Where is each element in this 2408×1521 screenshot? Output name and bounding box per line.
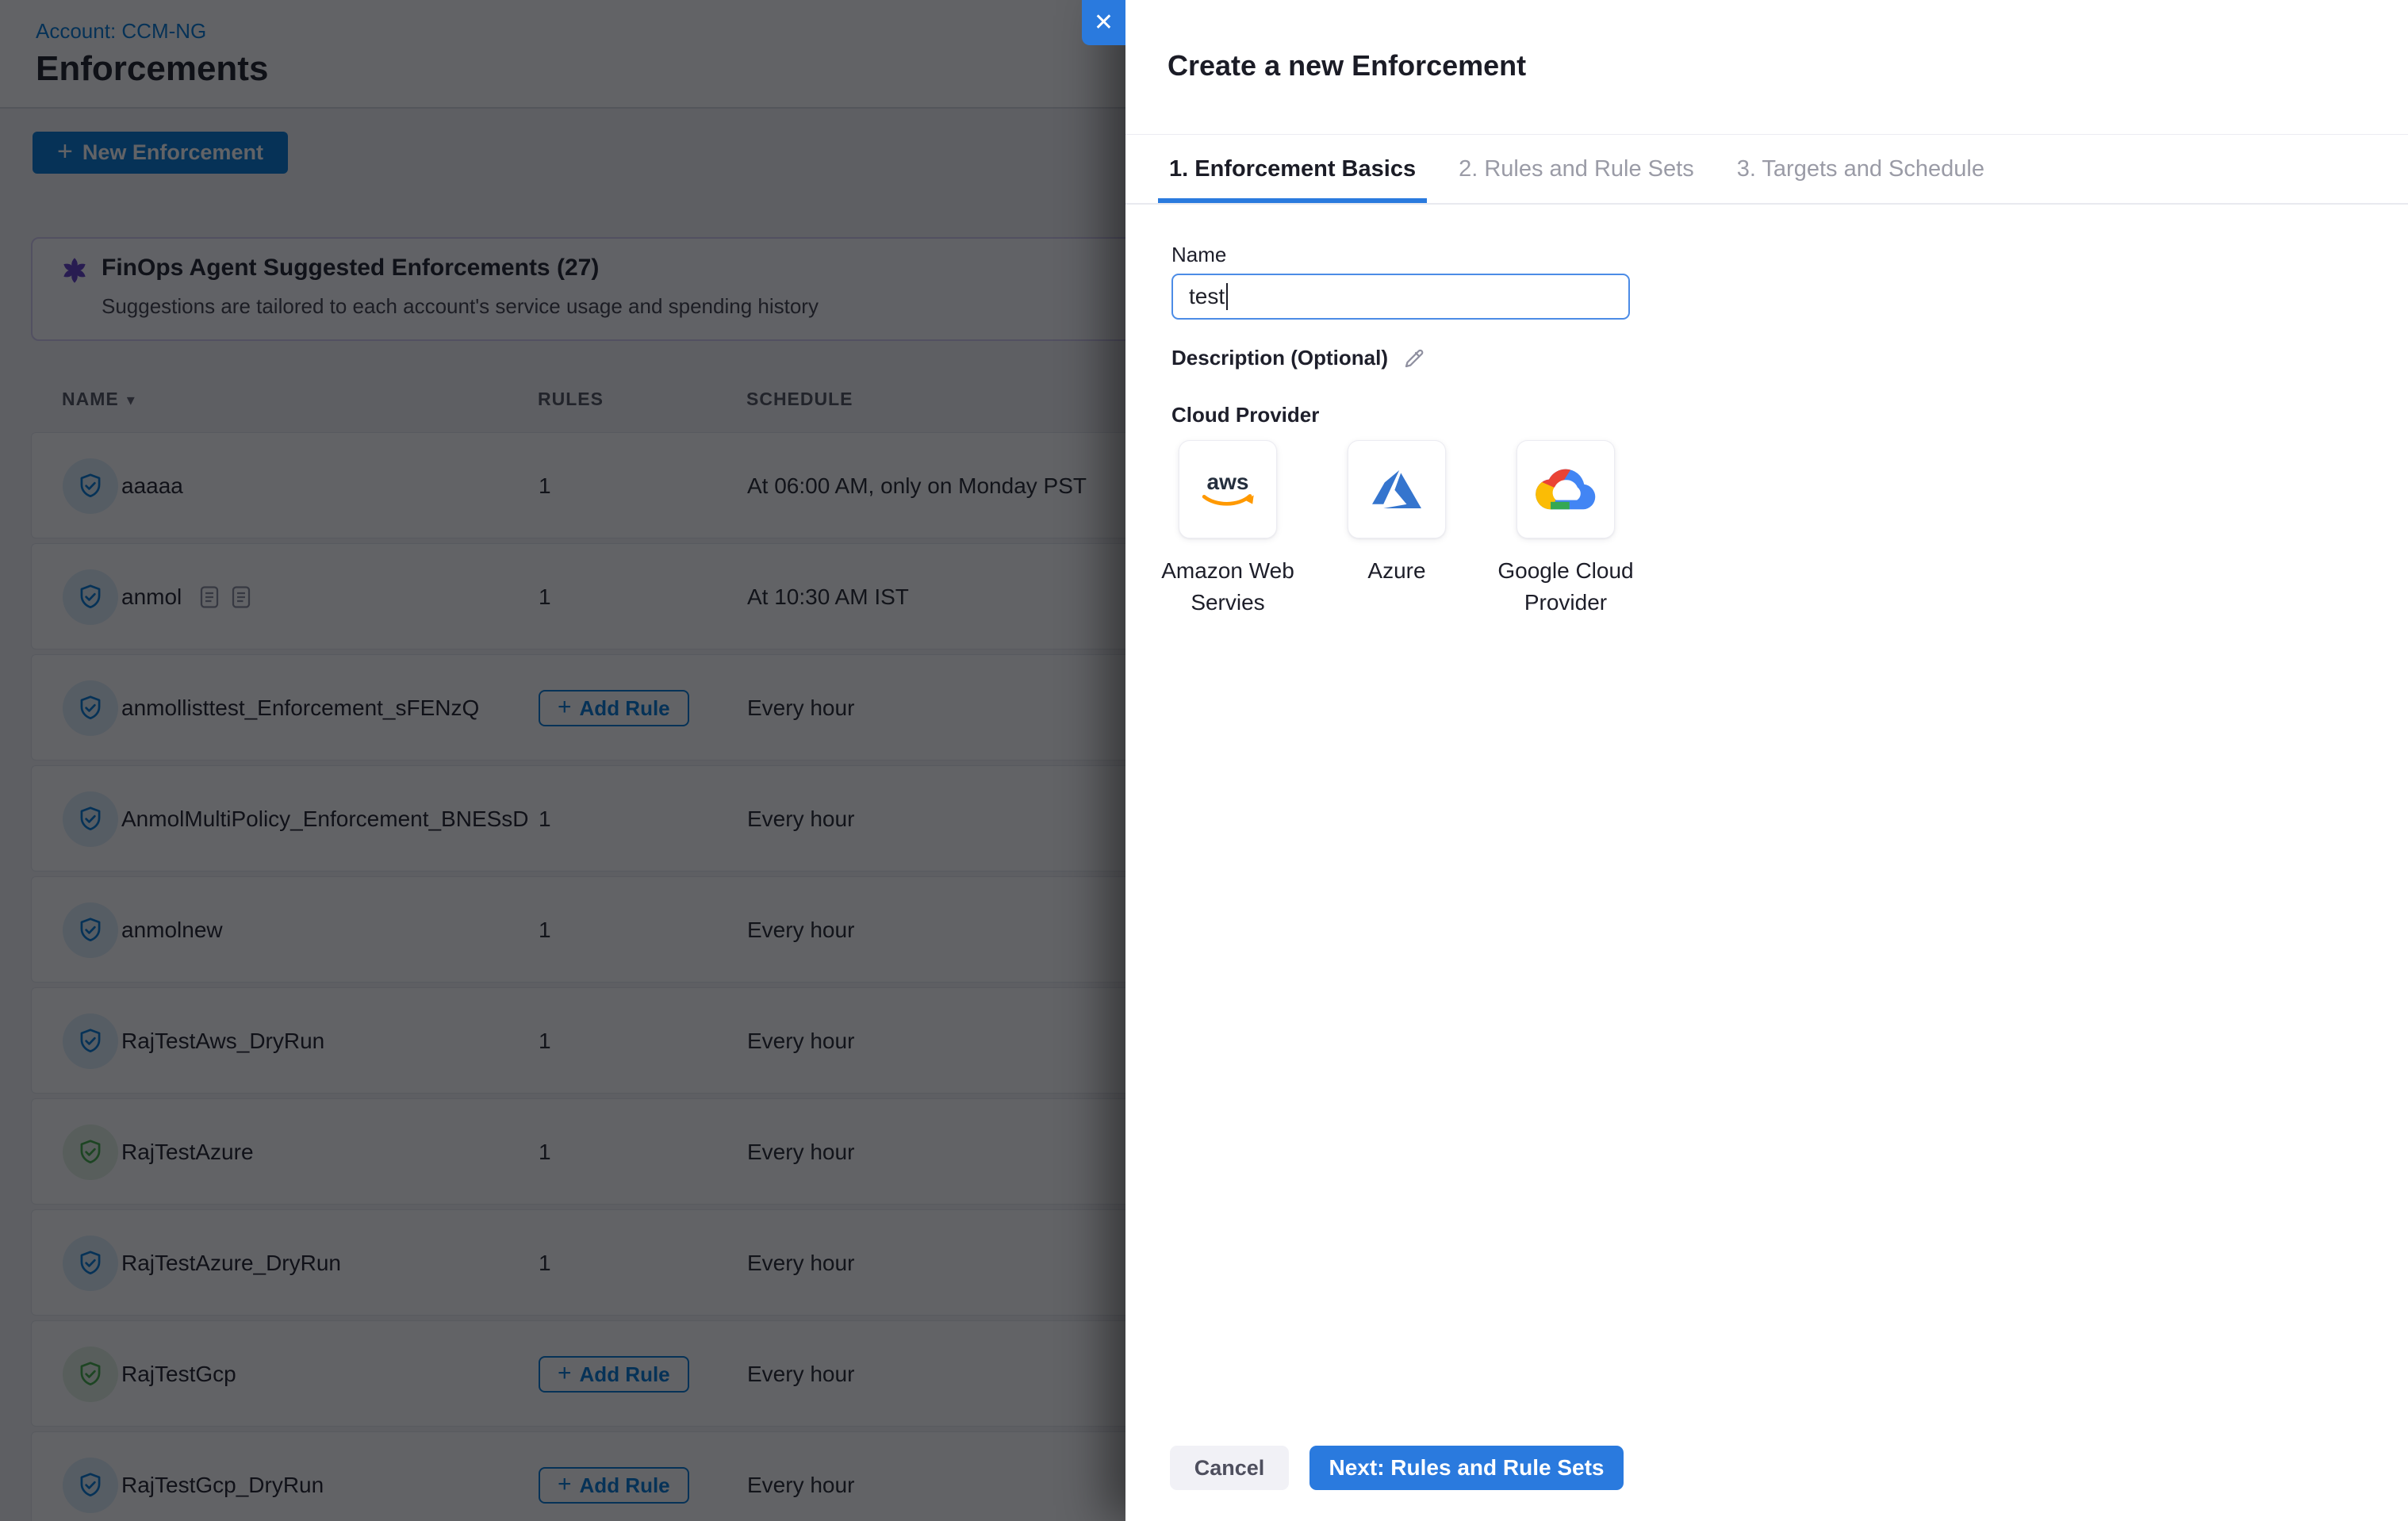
screen: Account: CCM-NG Enforcements + New Enfor…	[0, 0, 2408, 1521]
tab-enforcement-basics[interactable]: 1. Enforcement Basics	[1158, 135, 1427, 203]
drawer-header: Create a new Enforcement	[1125, 0, 2408, 135]
text-caret	[1226, 283, 1228, 310]
cloud-provider-cards: aws	[1179, 440, 1615, 538]
provider-card-aws[interactable]: aws	[1179, 440, 1277, 538]
name-label: Name	[1171, 243, 1226, 267]
pencil-icon	[1402, 347, 1426, 370]
drawer-close-button[interactable]: ✕	[1082, 0, 1125, 45]
tab-targets-and-schedule[interactable]: 3. Targets and Schedule	[1726, 135, 1996, 203]
cloud-provider-label: Cloud Provider	[1171, 403, 1319, 427]
azure-logo-icon	[1372, 465, 1421, 514]
provider-label-gcp: Google Cloud Provider	[1467, 555, 1665, 619]
drawer-footer: Cancel Next: Rules and Rule Sets	[1170, 1446, 1624, 1490]
aws-logo-icon: aws	[1194, 467, 1262, 511]
create-enforcement-drawer: Create a new Enforcement 1. Enforcement …	[1125, 0, 2408, 1521]
provider-card-gcp[interactable]	[1517, 440, 1615, 538]
drawer-title: Create a new Enforcement	[1168, 49, 1526, 82]
close-icon: ✕	[1094, 9, 1114, 36]
svg-text:aws: aws	[1207, 469, 1249, 494]
cancel-button[interactable]: Cancel	[1170, 1446, 1289, 1490]
next-button[interactable]: Next: Rules and Rule Sets	[1309, 1446, 1624, 1490]
description-label: Description (Optional)	[1171, 346, 1426, 370]
description-label-text: Description (Optional)	[1171, 346, 1388, 370]
name-input-value: test	[1189, 284, 1225, 309]
name-input[interactable]: test	[1171, 274, 1630, 320]
edit-description-button[interactable]	[1402, 347, 1426, 370]
provider-card-azure[interactable]	[1348, 440, 1446, 538]
gcp-logo-icon	[1536, 459, 1596, 519]
tab-rules-and-rule-sets[interactable]: 2. Rules and Rule Sets	[1447, 135, 1705, 203]
drawer-tabs: 1. Enforcement Basics 2. Rules and Rule …	[1125, 135, 2408, 205]
